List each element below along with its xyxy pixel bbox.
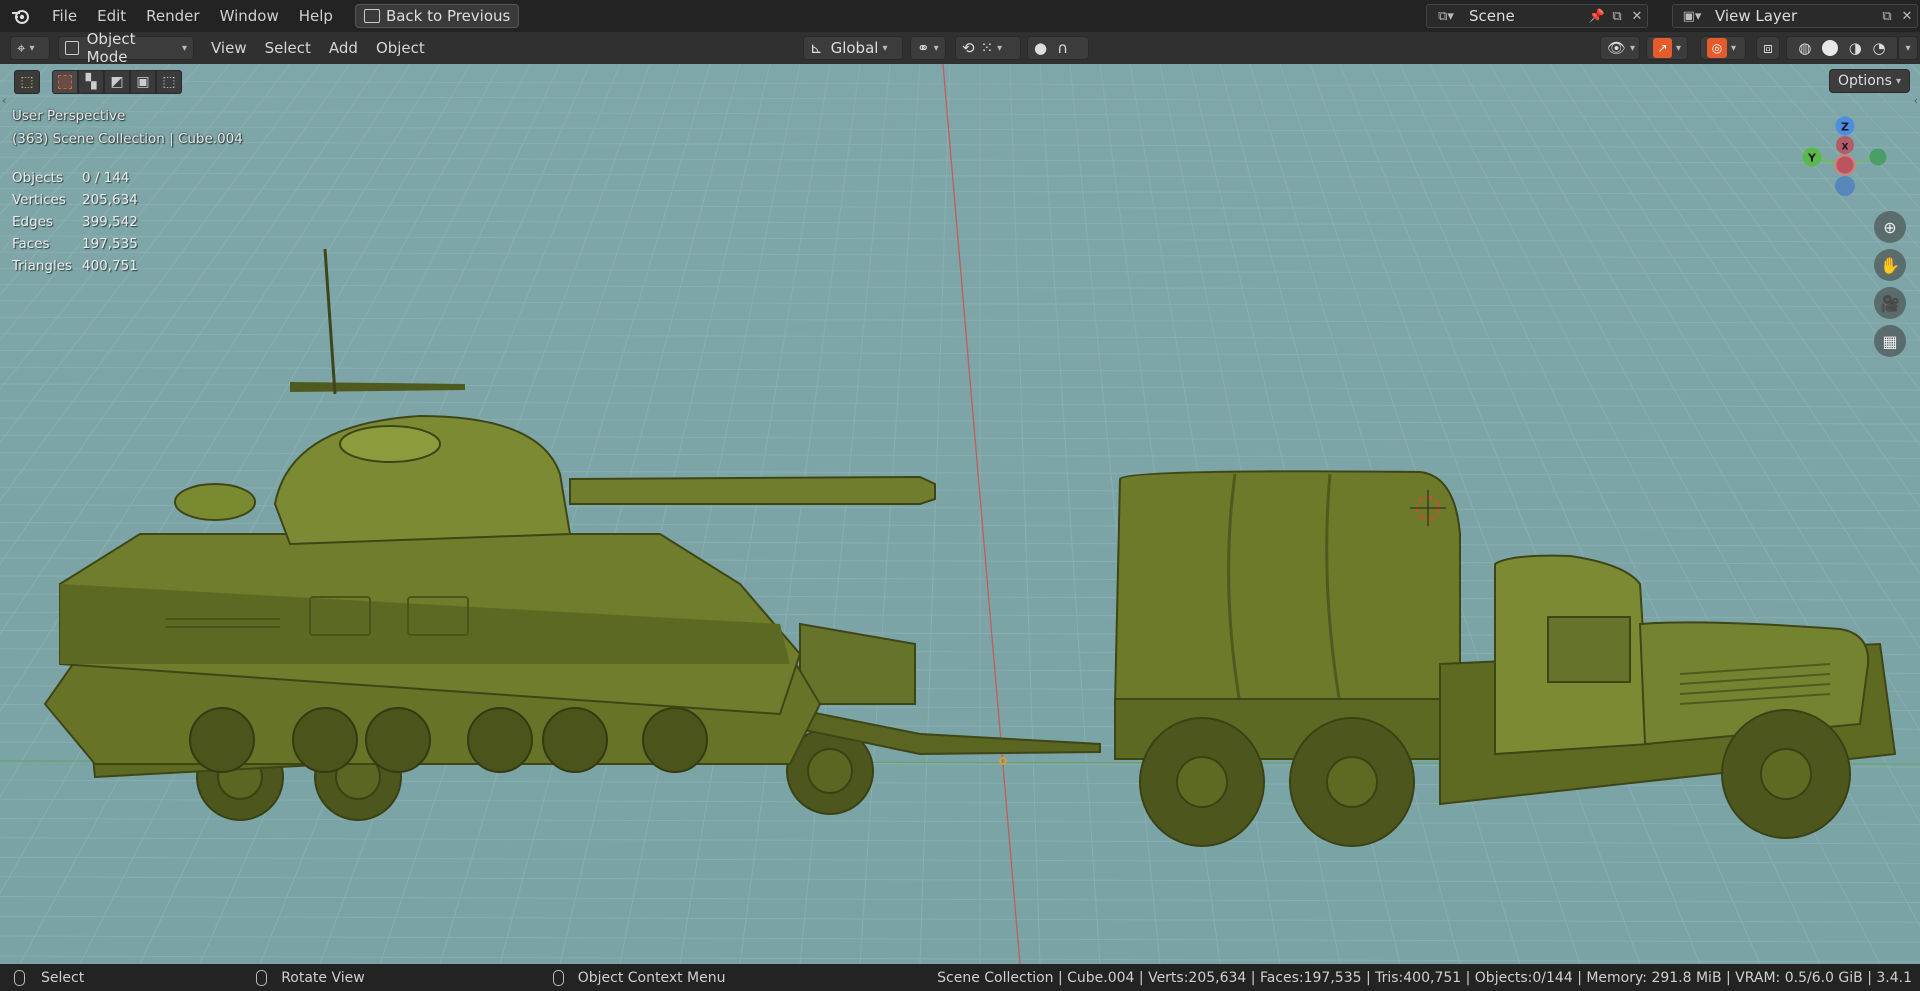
select-subtract-icon[interactable]: ◩ [104, 70, 130, 94]
select-invert-icon[interactable]: ▣ [130, 70, 156, 94]
stat-edges: Edges 399,542 [12, 214, 138, 230]
3d-viewport[interactable]: ⬚ ▚ ◩ ▣ ⬚ User Perspective (363) Scene C… [0, 64, 1920, 964]
chevron-down-icon: ▾ [1905, 42, 1911, 54]
select-intersect-icon[interactable]: ⬚ [156, 70, 182, 94]
object-mode-icon [65, 41, 79, 55]
pan-hand-icon[interactable]: ✋ [1874, 249, 1906, 281]
eye-icon: 👁 [1607, 39, 1627, 57]
viewport-grid [0, 64, 1920, 964]
editor-type-button[interactable]: ⌖ ▾ [10, 36, 50, 60]
status-context-menu: Object Context Menu [577, 969, 726, 986]
gizmo-icon: ↗ [1653, 38, 1672, 58]
proportional-dot-icon: ● [1034, 39, 1048, 57]
snap-icon: ⟲ [962, 39, 975, 57]
menu-select[interactable]: Select [256, 39, 320, 57]
menu-view[interactable]: View [202, 39, 256, 57]
pivot-point-button[interactable]: ⚭ ▾ [910, 36, 946, 60]
material-shading-icon[interactable]: ◑ [1849, 39, 1862, 57]
shading-modes: ◍ ◑ ◔ [1786, 36, 1898, 60]
select-tools: ⬚ ▚ ◩ ▣ ⬚ [14, 70, 182, 94]
remove-scene-icon[interactable]: ✕ [1627, 6, 1647, 26]
shading-options-button[interactable]: ▾ [1898, 36, 1918, 60]
wireframe-shading-icon[interactable]: ◍ [1798, 39, 1811, 57]
menu-window[interactable]: Window [210, 0, 289, 32]
stat-triangles: Triangles 400,751 [12, 258, 138, 274]
back-to-previous-label: Back to Previous [385, 7, 511, 25]
gizmo-z-label: Z [1841, 121, 1849, 134]
stat-faces: Faces 197,535 [12, 236, 138, 252]
view-layer-selector[interactable]: ▣▾ View Layer ⧉ ✕ [1672, 4, 1918, 28]
xray-icon: ⧈ [1763, 39, 1773, 57]
menu-object[interactable]: Object [367, 39, 434, 57]
new-scene-icon[interactable]: ⧉ [1607, 6, 1627, 26]
mouse-left-icon [14, 969, 25, 986]
view-name: User Perspective [12, 108, 126, 124]
top-menubar: File Edit Render Window Help Back to Pre… [0, 0, 1920, 32]
solid-shading-icon[interactable] [1822, 40, 1839, 56]
orientation-icon: ⊾ [810, 39, 823, 57]
visibility-button[interactable]: 👁 ▾ [1600, 36, 1640, 60]
scene-icon: ⧉▾ [1438, 8, 1454, 24]
rendered-shading-icon[interactable]: ◔ [1873, 39, 1886, 57]
menu-help[interactable]: Help [289, 0, 343, 32]
gizmo-x-label: X [1842, 143, 1849, 153]
zoom-icon[interactable]: ⊕ [1874, 211, 1906, 243]
scene-selector[interactable]: ⧉▾ Scene 📌 ⧉ ✕ [1426, 4, 1648, 28]
proportional-editing-button[interactable]: ● ∩ [1027, 36, 1089, 60]
xray-button[interactable]: ⧈ [1756, 36, 1780, 60]
perspective-toggle-icon[interactable]: ▦ [1874, 325, 1906, 357]
new-view-layer-icon[interactable]: ⧉ [1877, 6, 1897, 26]
status-info: Scene Collection | Cube.004 | Verts:205,… [937, 969, 1912, 986]
x-axis-line [942, 64, 1021, 964]
status-select: Select [41, 969, 85, 986]
select-new-icon[interactable] [52, 70, 78, 94]
status-rotate: Rotate View [281, 969, 365, 986]
mode-label: Object Mode [86, 30, 136, 66]
collection-info: (363) Scene Collection | Cube.004 [12, 131, 243, 147]
remove-view-layer-icon[interactable]: ✕ [1897, 6, 1917, 26]
viewport-header: ⌖ ▾ Object Mode ▾ View Select Add Object ⊾… [0, 30, 1920, 66]
gizmo-y-label: Y [1807, 152, 1817, 165]
menu-edit[interactable]: Edit [87, 0, 136, 32]
snap-grid-icon: ⁙ [980, 39, 994, 57]
view-layer-icon: ▣▾ [1682, 8, 1702, 24]
tweak-tool-icon[interactable]: ⬚ [14, 70, 40, 94]
mode-selector[interactable]: Object Mode ▾ [58, 30, 194, 66]
editor-type-icon: ⌖ [17, 39, 26, 57]
transform-orientation-selector[interactable]: ⊾ Global ▾ [803, 36, 903, 60]
snap-button[interactable]: ⟲ ⁙ ▾ [955, 36, 1021, 60]
options-label: Options [1837, 73, 1892, 89]
mouse-right-icon [552, 969, 564, 986]
sidebar-expand-icon[interactable]: ‹ [1914, 94, 1918, 107]
gizmo-toggle-button[interactable]: ↗ ▾ [1646, 36, 1688, 60]
mouse-middle-icon [256, 969, 268, 986]
falloff-icon: ∩ [1057, 39, 1069, 57]
back-icon [363, 9, 380, 23]
pin-icon[interactable]: 📌 [1587, 6, 1607, 26]
menu-file[interactable]: File [42, 0, 87, 32]
menu-render[interactable]: Render [136, 0, 209, 32]
select-extend-icon[interactable]: ▚ [78, 70, 104, 94]
back-to-previous-button[interactable]: Back to Previous [354, 4, 520, 28]
scene-name: Scene [1469, 7, 1515, 25]
status-bar: Select Rotate View Object Context Menu S… [0, 964, 1920, 991]
scene-statistics: Objects 0 / 144 Vertices 205,634 Edges 399,… [12, 167, 138, 277]
menu-add[interactable]: Add [320, 39, 367, 57]
overlays-icon: ◎ [1707, 38, 1727, 58]
stat-objects: Objects 0 / 144 [12, 170, 130, 186]
orientation-label: Global [830, 39, 879, 57]
camera-view-icon[interactable]: 🎥 [1874, 287, 1906, 319]
overlays-button[interactable]: ◎ ▾ [1700, 36, 1746, 60]
options-button[interactable]: Options ▾ [1828, 69, 1910, 93]
navigation-gizmo[interactable]: Z Y X [1790, 108, 1900, 218]
blender-logo-icon[interactable] [0, 0, 42, 32]
pivot-icon: ⚭ [917, 39, 930, 57]
stat-vertices: Vertices 205,634 [12, 192, 138, 208]
view-layer-name: View Layer [1715, 7, 1798, 25]
toolbar-expand-icon[interactable]: ‹ [2, 94, 6, 107]
